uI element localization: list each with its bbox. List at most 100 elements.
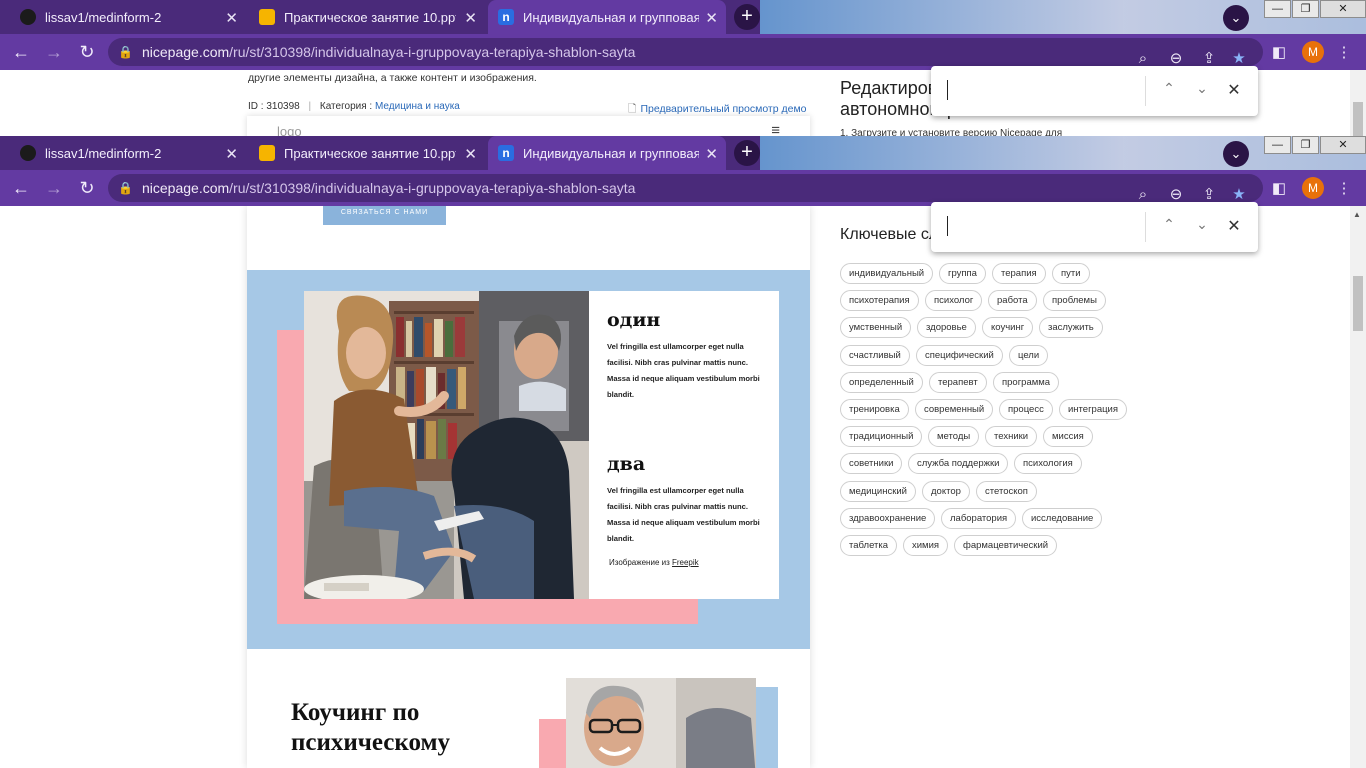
restore-button[interactable]: ❐ [1292, 0, 1319, 18]
back-icon[interactable]: ← [10, 42, 32, 63]
category-label: Категория : [319, 101, 375, 112]
keyword-tag[interactable]: процесс [999, 399, 1053, 420]
address-bar[interactable]: 🔒 nicepage.com/ru/st/310398/individualna… [108, 174, 1263, 203]
therapy-text-card: один Vel fringilla est ullamcorper eget … [589, 291, 779, 599]
tab-nicepage[interactable]: n Индивидуальная и групповая те ✕ [488, 0, 726, 34]
keyword-tag[interactable]: стетоскоп [976, 480, 1037, 502]
keyword-tag[interactable]: психолог [925, 290, 983, 312]
tab-search-button[interactable]: ⌄ [1223, 5, 1249, 31]
keyword-tag[interactable]: миссия [1043, 426, 1093, 448]
keyword-tag[interactable]: программа [993, 371, 1060, 393]
keyword-tag[interactable]: терапия [992, 263, 1046, 284]
tab-search-button[interactable]: ⌄ [1223, 141, 1249, 167]
new-tab-button[interactable]: + [734, 140, 760, 166]
find-next-icon[interactable]: ⌄ [1193, 80, 1211, 97]
keyword-tag[interactable]: техники [985, 426, 1038, 448]
tab-github[interactable]: lissav1/medinform-2 ✕ [10, 0, 246, 34]
keyword-tag[interactable]: традиционный [840, 426, 923, 448]
find-prev-icon[interactable]: ⌃ [1160, 216, 1178, 233]
doctor-photo [566, 678, 756, 768]
contact-us-button[interactable]: СВЯЗАТЬСЯ С НАМИ [323, 206, 446, 225]
side-panel-icon[interactable]: ◧ [1270, 43, 1288, 61]
find-close-icon[interactable]: ✕ [1225, 80, 1243, 100]
keyword-tag[interactable]: индивидуальный [840, 263, 934, 284]
tab-slides[interactable]: Практическое занятие 10.pptx - ✕ [249, 0, 485, 34]
tab-close-icon[interactable]: ✕ [705, 9, 718, 27]
scrollbar[interactable]: ▲ [1350, 206, 1366, 768]
tab-close-icon[interactable]: ✕ [225, 145, 238, 163]
keyword-tag[interactable]: таблетка [840, 535, 898, 556]
keyword-tag[interactable]: проблемы [1043, 290, 1106, 312]
find-next-icon[interactable]: ⌄ [1193, 216, 1211, 233]
keyword-tag[interactable]: определенный [840, 371, 923, 393]
reload-icon[interactable]: ↻ [76, 42, 98, 63]
keyword-tag[interactable]: здоровье [917, 317, 976, 339]
doctor-illustration [566, 678, 756, 768]
restore-button[interactable]: ❐ [1292, 136, 1319, 154]
keyword-tag[interactable]: психология [1014, 453, 1082, 475]
keyword-tag[interactable]: умственный [840, 317, 912, 339]
address-bar[interactable]: 🔒 nicepage.com/ru/st/310398/individualna… [108, 38, 1263, 67]
image-credit: Изображение из Freepik [609, 558, 699, 567]
tab-close-icon[interactable]: ✕ [705, 145, 718, 163]
keyword-tag[interactable]: доктор [922, 480, 970, 502]
keyword-tag[interactable]: цели [1009, 344, 1049, 366]
avatar[interactable]: M [1302, 177, 1324, 199]
new-tab-button[interactable]: + [734, 4, 760, 30]
tab-slides[interactable]: Практическое занятие 10.pptx - ✕ [249, 136, 485, 170]
minimize-button[interactable]: — [1264, 136, 1291, 154]
find-input[interactable] [947, 216, 948, 236]
tab-close-icon[interactable]: ✕ [464, 145, 477, 163]
keyword-tag[interactable]: советники [840, 453, 903, 475]
template-id: ID : 310398 [248, 101, 300, 112]
back-icon[interactable]: ← [10, 178, 32, 199]
menu-kebab-icon[interactable]: ⋮ [1335, 179, 1353, 197]
keyword-tag[interactable]: коучинг [982, 317, 1034, 339]
keyword-tag[interactable]: психотерапия [840, 290, 919, 312]
keyword-tag[interactable]: здравоохранение [840, 507, 936, 529]
forward-icon[interactable]: → [43, 42, 65, 63]
keyword-tag[interactable]: интеграция [1059, 399, 1128, 420]
keyword-tag[interactable]: лаборатория [941, 507, 1017, 529]
keyword-tag[interactable]: работа [988, 290, 1037, 312]
freepik-link[interactable]: Freepik [672, 558, 699, 567]
block1-text: Vel fringilla est ullamcorper eget nulla… [607, 342, 760, 399]
menu-kebab-icon[interactable]: ⋮ [1335, 43, 1353, 61]
keyword-tag[interactable]: терапевт [929, 371, 987, 393]
keyword-tag[interactable]: пути [1052, 263, 1090, 284]
block1-heading: один [607, 309, 661, 331]
keyword-tag[interactable]: служба поддержки [908, 453, 1009, 475]
minimize-button[interactable]: — [1264, 0, 1291, 18]
side-panel-icon[interactable]: ◧ [1270, 179, 1288, 197]
find-close-icon[interactable]: ✕ [1225, 216, 1243, 236]
keyword-tag[interactable]: группа [939, 263, 986, 284]
tab-nicepage[interactable]: n Индивидуальная и групповая те ✕ [488, 136, 726, 170]
keyword-tag[interactable]: заслужить [1039, 317, 1103, 339]
keyword-tag[interactable]: фармацевтический [954, 535, 1058, 556]
keyword-tag[interactable]: специфический [916, 344, 1003, 366]
keyword-tag[interactable]: методы [928, 426, 980, 448]
forward-icon[interactable]: → [43, 178, 65, 199]
scrollbar-thumb[interactable] [1353, 276, 1363, 331]
therapy-session-photo [304, 291, 590, 599]
tab-close-icon[interactable]: ✕ [464, 9, 477, 27]
scroll-up-icon[interactable]: ▲ [1353, 210, 1361, 219]
keyword-tag[interactable]: современный [915, 399, 994, 420]
close-window-button[interactable]: ✕ [1320, 136, 1366, 154]
avatar[interactable]: M [1302, 41, 1324, 63]
keyword-tag[interactable]: исследование [1022, 507, 1103, 529]
keyword-tag[interactable]: тренировка [840, 399, 909, 420]
find-input[interactable] [947, 80, 948, 100]
keyword-tag[interactable]: счастливый [840, 344, 910, 366]
keyword-tag[interactable]: химия [903, 535, 949, 556]
browser-toolbar: ← → ↻ 🔒 nicepage.com/ru/st/310398/indivi… [0, 34, 1366, 70]
reload-icon[interactable]: ↻ [76, 178, 98, 199]
tab-github[interactable]: lissav1/medinform-2 ✕ [10, 136, 246, 170]
keyword-tag[interactable]: медицинский [840, 480, 916, 502]
category-link[interactable]: Медицина и наука [375, 101, 460, 112]
scrollbar[interactable] [1350, 70, 1366, 136]
find-prev-icon[interactable]: ⌃ [1160, 80, 1178, 97]
scrollbar-thumb[interactable] [1353, 102, 1363, 136]
tab-close-icon[interactable]: ✕ [225, 9, 238, 27]
close-window-button[interactable]: ✕ [1320, 0, 1366, 18]
